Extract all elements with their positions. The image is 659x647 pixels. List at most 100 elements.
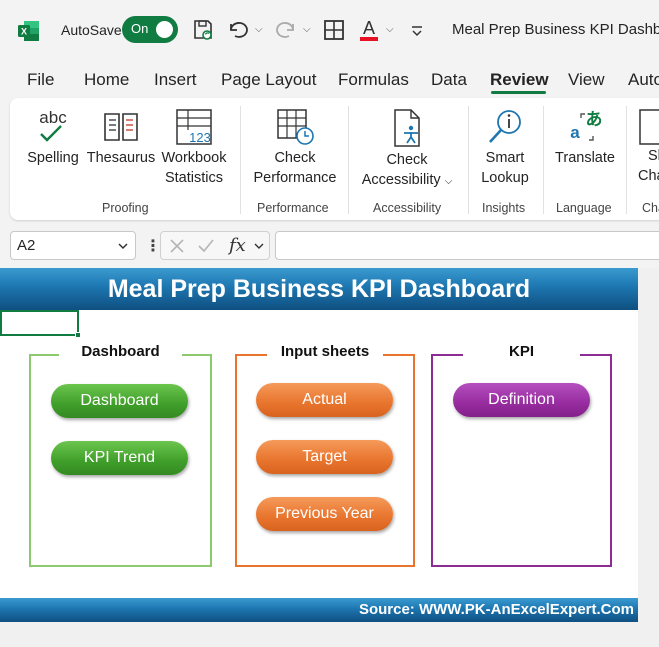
font-color-icon[interactable]: A	[357, 18, 381, 42]
workbook-statistics-label-2: Statistics	[164, 170, 223, 186]
group-separator	[348, 106, 349, 214]
more-options-icon[interactable]: ⋮	[145, 236, 161, 256]
smart-lookup-button[interactable]: Smart Lookup	[472, 108, 538, 188]
group-separator	[240, 106, 241, 214]
selected-cell[interactable]	[0, 310, 79, 336]
show-changes-label-2: Cha	[638, 168, 659, 184]
previous-year-button[interactable]: Previous Year	[256, 497, 393, 531]
panel-title-input-sheets: Input sheets	[280, 343, 370, 360]
tab-data[interactable]: Data	[431, 70, 467, 90]
check-accessibility-dropdown-icon: ⌵	[444, 176, 453, 187]
dashboard-footer: Source: WWW.PK-AnExcelExpert.Com	[0, 598, 638, 622]
formula-input[interactable]	[275, 231, 659, 260]
dashboard-header: Meal Prep Business KPI Dashboard	[0, 268, 638, 310]
autosave-label: AutoSave	[61, 22, 122, 38]
ribbon: abc Spelling Thesaurus 123 Workbook Stat…	[10, 98, 659, 220]
check-accessibility-icon	[394, 109, 420, 147]
smart-lookup-label-2: Lookup	[481, 170, 529, 186]
translate-icon: a あ	[570, 110, 603, 142]
redo-dropdown-icon[interactable]: ⌵	[303, 24, 311, 35]
group-label-language: Language	[556, 201, 612, 215]
redo-icon[interactable]	[274, 18, 298, 42]
enter-check-icon[interactable]	[197, 238, 215, 254]
fill-handle[interactable]	[75, 332, 81, 338]
undo-icon[interactable]	[226, 18, 250, 42]
document-title: Meal Prep Business KPI Dashb...	[452, 21, 659, 38]
show-changes-icon	[639, 109, 659, 145]
group-label-insights: Insights	[482, 201, 526, 215]
thesaurus-icon	[104, 113, 138, 141]
spelling-label: Spelling	[27, 150, 79, 166]
svg-text:A: A	[363, 18, 375, 38]
formula-controls: fx	[160, 231, 270, 260]
thesaurus-button[interactable]: Thesaurus	[86, 108, 156, 168]
translate-label: Translate	[555, 150, 615, 166]
check-performance-icon	[277, 109, 314, 145]
autosave-state: On	[131, 21, 149, 36]
name-box-value: A2	[17, 237, 36, 254]
tab-formulas[interactable]: Formulas	[338, 70, 409, 90]
source-text: Source: WWW.PK-AnExcelExpert.Com	[358, 601, 634, 618]
tab-file[interactable]: File	[27, 70, 54, 90]
group-label-changes: Cha	[642, 201, 659, 215]
title-bar: X AutoSave On ⌵ ⌵ A ⌵ Meal Prep Business…	[0, 0, 659, 60]
undo-dropdown-icon[interactable]: ⌵	[255, 24, 263, 35]
tab-view[interactable]: View	[568, 70, 605, 90]
check-performance-label-2: Performance	[253, 170, 337, 186]
spelling-icon: abc	[39, 108, 67, 142]
workbook-statistics-icon-text: 123	[189, 130, 211, 145]
check-performance-label-1: Check	[274, 150, 316, 166]
workbook-statistics-icon: 123	[176, 109, 212, 145]
cancel-icon[interactable]	[169, 238, 185, 254]
tab-page-layout[interactable]: Page Layout	[221, 70, 316, 90]
autosave-toggle[interactable]: On	[122, 16, 178, 43]
chevron-down-icon[interactable]	[117, 240, 129, 252]
smart-lookup-icon	[489, 110, 521, 143]
chevron-down-icon[interactable]	[253, 242, 265, 252]
active-tab-indicator	[491, 91, 546, 94]
sheet-gutter	[0, 620, 638, 647]
show-changes-button[interactable]: Sh Cha	[636, 108, 659, 186]
target-button[interactable]: Target	[256, 440, 393, 474]
borders-icon[interactable]	[322, 18, 346, 42]
thesaurus-label: Thesaurus	[86, 150, 156, 166]
check-accessibility-label-1: Check	[386, 152, 428, 168]
customize-toolbar-icon[interactable]	[405, 18, 429, 42]
show-changes-label-1: Sh	[648, 148, 659, 164]
svg-text:X: X	[21, 27, 27, 37]
translate-button[interactable]: a あ Translate	[550, 108, 620, 168]
group-label-proofing: Proofing	[102, 201, 149, 215]
group-separator	[626, 106, 627, 214]
insert-function-icon[interactable]: fx	[229, 235, 246, 256]
group-separator	[543, 106, 544, 214]
kpi-trend-button[interactable]: KPI Trend	[51, 441, 188, 475]
spelling-button[interactable]: abc Spelling	[24, 108, 82, 168]
tab-automate[interactable]: Auto	[628, 70, 659, 90]
svg-text:a: a	[570, 123, 580, 142]
ribbon-tabs: File Home Insert Page Layout Formulas Da…	[0, 64, 659, 96]
check-accessibility-label-2: Accessibility	[361, 172, 441, 188]
panel-title-dashboard: Dashboard	[81, 343, 160, 360]
tab-home[interactable]: Home	[84, 70, 129, 90]
definition-button[interactable]: Definition	[453, 383, 590, 417]
tab-review[interactable]: Review	[490, 70, 549, 90]
actual-button[interactable]: Actual	[256, 383, 393, 417]
name-box[interactable]: A2	[10, 231, 136, 260]
dashboard-title: Meal Prep Business KPI Dashboard	[107, 275, 531, 303]
check-performance-button[interactable]: Check Performance	[250, 108, 340, 188]
group-label-performance: Performance	[257, 201, 329, 215]
svg-text:あ: あ	[586, 110, 603, 130]
group-label-accessibility: Accessibility	[373, 201, 442, 215]
excel-logo-icon: X	[18, 21, 39, 41]
save-icon[interactable]	[191, 18, 215, 42]
smart-lookup-label-1: Smart	[485, 150, 525, 166]
dashboard-button[interactable]: Dashboard	[51, 384, 188, 418]
workbook-statistics-button[interactable]: 123 Workbook Statistics	[158, 108, 230, 188]
spelling-icon-text: abc	[39, 108, 67, 127]
sheet-gutter	[638, 268, 659, 647]
workbook-statistics-label-1: Workbook	[161, 150, 227, 166]
font-color-dropdown-icon[interactable]: ⌵	[386, 24, 394, 35]
toggle-knob	[156, 21, 173, 38]
check-accessibility-button[interactable]: Check Accessibility ⌵	[357, 108, 457, 192]
tab-insert[interactable]: Insert	[154, 70, 197, 90]
